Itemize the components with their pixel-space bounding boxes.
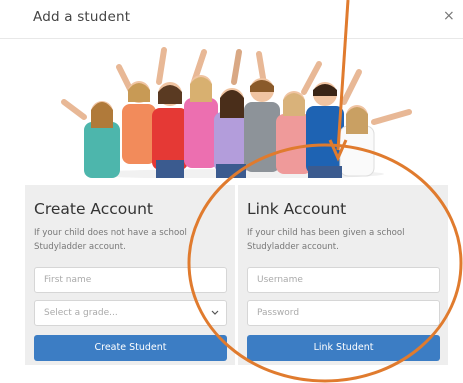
create-account-title: Create Account <box>34 200 154 218</box>
grade-select[interactable]: Select a grade... <box>34 300 227 326</box>
create-student-button[interactable]: Create Student <box>34 335 227 361</box>
add-student-modal: Add a student × Create Account If your c… <box>0 0 463 383</box>
modal-title: Add a student <box>33 9 131 25</box>
first-name-placeholder: First name <box>44 275 92 285</box>
kids-hero-image <box>61 47 412 178</box>
link-account-panel: Link Account If your child has been give… <box>238 185 448 365</box>
username-placeholder: Username <box>257 275 303 285</box>
password-placeholder: Password <box>257 308 300 318</box>
link-account-title: Link Account <box>247 200 347 218</box>
modal-header: Add a student × <box>0 0 463 39</box>
close-icon[interactable]: × <box>443 8 455 24</box>
chevron-down-icon <box>211 301 219 335</box>
password-input[interactable]: Password <box>247 300 440 326</box>
username-input[interactable]: Username <box>247 267 440 293</box>
link-student-button[interactable]: Link Student <box>247 335 440 361</box>
create-account-panel: Create Account If your child does not ha… <box>25 185 235 365</box>
grade-select-value: Select a grade... <box>44 308 118 318</box>
create-account-description: If your child does not have a school Stu… <box>34 228 187 252</box>
first-name-input[interactable]: First name <box>34 267 227 293</box>
link-account-description: If your child has been given a school St… <box>247 228 405 252</box>
